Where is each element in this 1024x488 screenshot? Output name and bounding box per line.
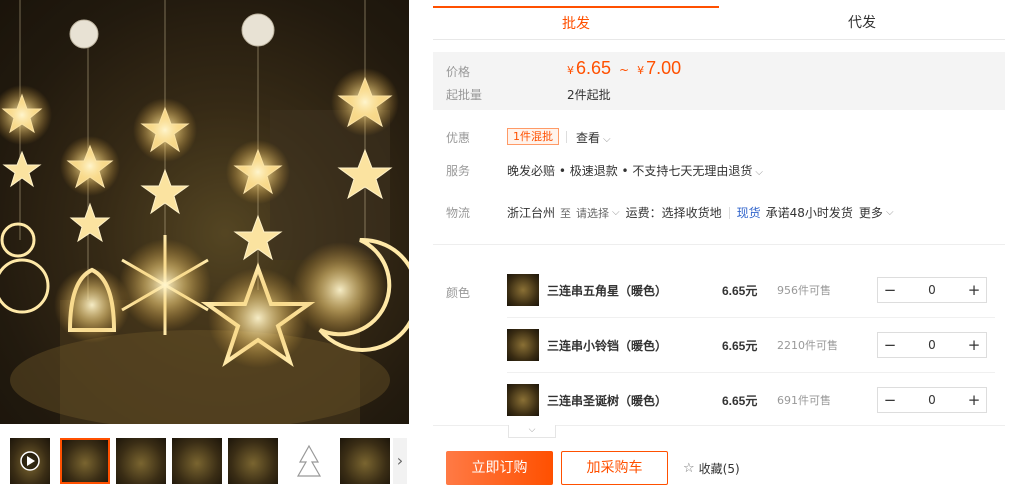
sku-name: 三连串圣诞树（暖色）	[547, 394, 668, 408]
play-icon	[20, 451, 40, 471]
lights-thumbnail-2[interactable]	[116, 438, 166, 484]
tree-icon	[296, 444, 322, 477]
plus-button[interactable]: +	[962, 278, 986, 302]
sku-thumbnail[interactable]	[507, 329, 539, 361]
purchase-mode-tabs: 批发 代发	[433, 6, 1005, 40]
video-thumbnail[interactable]	[10, 438, 50, 484]
plus-button[interactable]: +	[962, 388, 986, 412]
sku-price: 6.65元	[722, 284, 758, 298]
in-stock-tag: 现货	[736, 206, 761, 220]
mixed-batch-badge: 1件混批	[507, 128, 559, 145]
color-label: 颜色	[446, 286, 471, 300]
quantity-input[interactable]: 0	[902, 388, 962, 412]
quantity-input[interactable]: 0	[902, 278, 962, 302]
chevron-down-icon[interactable]: ⌵	[886, 207, 894, 218]
sku-row: 三连串五角星（暖色） 6.65元 956件可售 − 0 +	[507, 270, 995, 310]
lights-thumbnail-6[interactable]	[340, 438, 390, 484]
price-max: 7.00	[646, 58, 682, 78]
moq-label: 起批量	[446, 88, 483, 102]
chevron-right-icon[interactable]: ›	[393, 438, 407, 484]
to-text: 至	[560, 206, 572, 220]
price-range: ¥ 6.65 ~ ¥ 7.00	[567, 58, 681, 79]
destination-select[interactable]: 请选择	[576, 205, 609, 221]
lights-thumbnail-1[interactable]	[60, 438, 110, 484]
chevron-down-icon: ⌵	[755, 167, 764, 178]
minus-button[interactable]: −	[878, 278, 902, 302]
quantity-stepper: − 0 +	[877, 277, 987, 303]
chevron-down-icon: ⌵	[603, 134, 611, 145]
sku-price: 6.65元	[722, 394, 758, 408]
divider	[566, 131, 567, 143]
freight-text: 运费：选择收货地	[625, 206, 722, 220]
add-to-cart-button[interactable]: 加采购车	[561, 451, 668, 485]
quantity-input[interactable]: 0	[902, 333, 962, 357]
section-divider	[433, 244, 1005, 245]
moq-value: 2件起批	[567, 88, 611, 102]
tab-wholesale[interactable]: 批发	[433, 6, 719, 40]
sku-stock: 2210件可售	[777, 339, 838, 352]
promo-view-link[interactable]: 查看 ⌵	[576, 129, 611, 146]
quantity-stepper: − 0 +	[877, 332, 987, 358]
price-panel: 价格 ¥ 6.65 ~ ¥ 7.00 起批量 2件起批	[433, 52, 1005, 110]
row-divider	[507, 372, 995, 373]
more-link[interactable]: 更多	[859, 204, 883, 221]
tab-dropship[interactable]: 代发	[719, 6, 1005, 40]
ship-promise: 承诺48小时发货	[765, 206, 853, 220]
chevron-down-icon: ⌵	[528, 425, 536, 435]
service-label: 服务	[446, 164, 471, 178]
price-min: 6.65	[576, 58, 612, 78]
lights-thumbnail-3[interactable]	[172, 438, 222, 484]
sku-price: 6.65元	[722, 339, 758, 353]
row-divider	[507, 317, 995, 318]
logistics-label: 物流	[446, 206, 471, 220]
price-separator: ~	[619, 63, 630, 77]
string-lights-photo	[0, 0, 409, 424]
sku-row: 三连串小铃铛（暖色） 6.65元 2210件可售 − 0 +	[507, 325, 995, 365]
lights-thumbnail-4[interactable]	[228, 438, 278, 484]
minus-button[interactable]: −	[878, 333, 902, 357]
expand-skus-button[interactable]: ⌵	[508, 425, 556, 438]
minus-button[interactable]: −	[878, 388, 902, 412]
lights-thumbnail-5[interactable]	[284, 438, 334, 484]
sku-name: 三连串小铃铛（暖色）	[547, 339, 668, 353]
chevron-down-icon[interactable]: ⌵	[612, 207, 620, 218]
main-product-image[interactable]	[0, 0, 409, 424]
service-guarantees[interactable]: 晚发必赔 • 极速退款 • 不支持七天无理由退货 ⌵	[507, 162, 763, 179]
buy-now-button[interactable]: 立即订购	[446, 451, 553, 485]
currency-symbol: ¥	[567, 64, 574, 77]
sku-thumbnail[interactable]	[507, 384, 539, 416]
favorite-button[interactable]: ☆ 收藏(5)	[683, 460, 740, 477]
favorite-label: 收藏(5)	[698, 462, 740, 476]
quantity-stepper: − 0 +	[877, 387, 987, 413]
price-label: 价格	[446, 65, 471, 79]
sku-stock: 691件可售	[777, 394, 831, 407]
sku-row: 三连串圣诞树（暖色） 6.65元 691件可售 − 0 +	[507, 380, 995, 420]
star-icon: ☆	[683, 461, 695, 476]
currency-symbol: ¥	[637, 64, 645, 77]
plus-button[interactable]: +	[962, 333, 986, 357]
thumbnail-strip: ›	[0, 434, 409, 488]
sku-thumbnail[interactable]	[507, 274, 539, 306]
ship-from: 浙江台州	[507, 206, 556, 220]
promo-label: 优惠	[446, 131, 471, 145]
logistics-info: 浙江台州 至 请选择 ⌵ 运费：选择收货地 现货 承诺48小时发货 更多 ⌵	[507, 204, 894, 221]
sku-stock: 956件可售	[777, 284, 831, 297]
sku-name: 三连串五角星（暖色）	[547, 284, 668, 298]
divider	[728, 206, 730, 219]
